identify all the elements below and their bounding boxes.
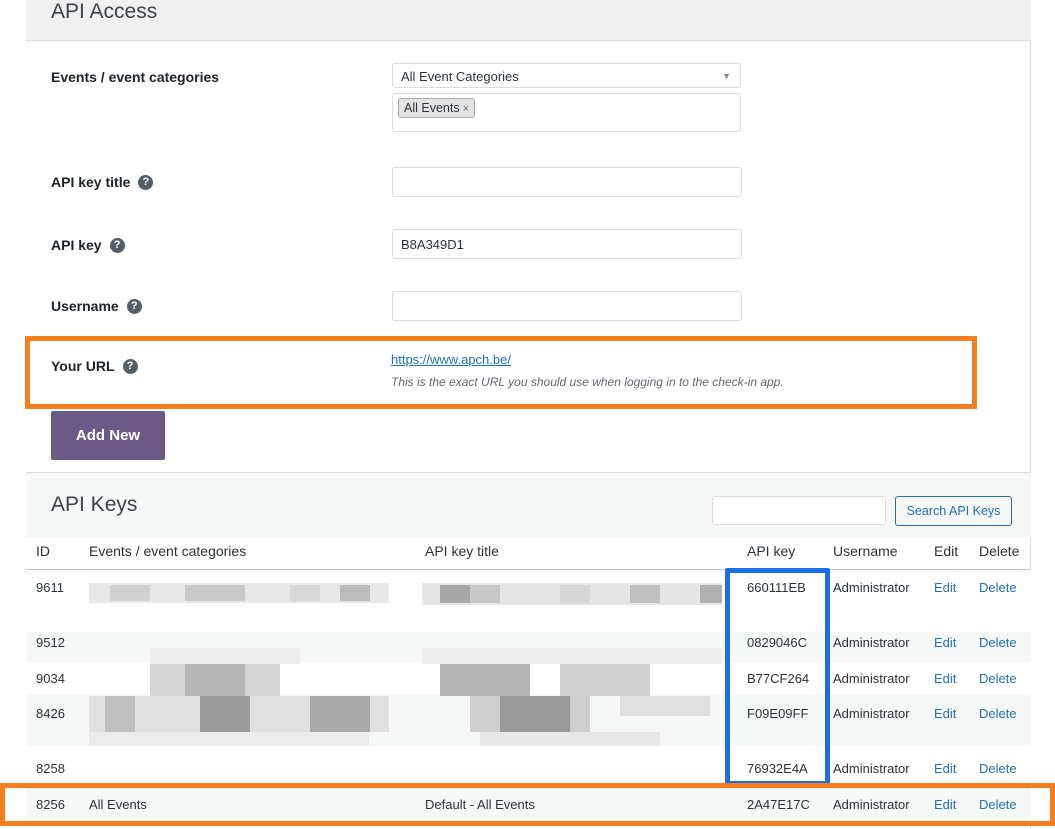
row-username: Administrator bbox=[833, 761, 910, 776]
username-input[interactable] bbox=[392, 291, 742, 321]
delete-link[interactable]: Delete bbox=[979, 580, 1017, 595]
default-row-highlight bbox=[0, 783, 1055, 826]
help-icon[interactable]: ? bbox=[138, 174, 154, 190]
column-header-events[interactable]: Events / event categories bbox=[89, 543, 246, 559]
api-key-label-text: API key bbox=[51, 237, 102, 253]
api-key-input[interactable] bbox=[392, 229, 742, 259]
event-tag: All Events × bbox=[398, 98, 476, 118]
username-label-text: Username bbox=[51, 298, 119, 314]
column-header-delete: Delete bbox=[979, 543, 1020, 559]
row-id: 9034 bbox=[36, 671, 65, 686]
column-header-username[interactable]: Username bbox=[833, 543, 898, 559]
add-new-button[interactable]: Add New bbox=[51, 411, 165, 460]
row-username: Administrator bbox=[833, 706, 910, 721]
api-key-label: API key ? bbox=[51, 237, 125, 253]
api-key-title-label-text: API key title bbox=[51, 174, 131, 190]
delete-link[interactable]: Delete bbox=[979, 706, 1017, 721]
api-key-title-label: API key title ? bbox=[51, 174, 154, 190]
api-keys-title: API Keys bbox=[51, 493, 138, 516]
row-username: Administrator bbox=[833, 671, 910, 686]
row-id: 8258 bbox=[36, 761, 65, 776]
edit-link[interactable]: Edit bbox=[934, 635, 956, 650]
delete-link[interactable]: Delete bbox=[979, 635, 1017, 650]
row-id: 9611 bbox=[36, 580, 64, 595]
row-id: 9512 bbox=[36, 635, 65, 650]
row-id: 8426 bbox=[36, 706, 65, 721]
column-header-edit: Edit bbox=[934, 543, 959, 559]
tag-remove-icon[interactable]: × bbox=[463, 103, 469, 115]
events-label-text: Events / event categories bbox=[51, 69, 220, 85]
search-api-keys-button[interactable]: Search API Keys bbox=[895, 496, 1012, 526]
column-header-title[interactable]: API key title bbox=[425, 543, 499, 559]
edit-link[interactable]: Edit bbox=[934, 671, 956, 686]
row-username: Administrator bbox=[833, 580, 910, 595]
edit-link[interactable]: Edit bbox=[934, 580, 956, 595]
edit-link[interactable]: Edit bbox=[934, 761, 956, 776]
username-label: Username ? bbox=[51, 298, 142, 314]
help-icon[interactable]: ? bbox=[109, 237, 125, 253]
help-icon[interactable]: ? bbox=[126, 298, 142, 314]
api-key-title-input[interactable] bbox=[392, 167, 742, 197]
events-label: Events / event categories bbox=[51, 69, 219, 85]
url-highlight-box bbox=[25, 336, 977, 409]
row-username: Administrator bbox=[833, 635, 910, 650]
delete-link[interactable]: Delete bbox=[979, 671, 1017, 686]
api-access-title: API Access bbox=[51, 0, 158, 23]
chevron-down-icon: ▼ bbox=[722, 71, 731, 81]
column-header-id[interactable]: ID bbox=[36, 543, 50, 559]
event-categories-select[interactable]: All Event Categories ▼ bbox=[392, 63, 741, 88]
events-tag-input[interactable]: All Events × bbox=[392, 93, 741, 132]
event-tag-label: All Events bbox=[404, 101, 460, 115]
api-key-column-highlight bbox=[725, 568, 830, 786]
delete-link[interactable]: Delete bbox=[979, 761, 1017, 776]
column-header-api-key[interactable]: API key bbox=[747, 543, 795, 559]
event-categories-select-value: All Event Categories bbox=[401, 69, 519, 84]
api-access-header: API Access bbox=[26, 0, 1031, 41]
search-api-keys-input[interactable] bbox=[712, 496, 886, 525]
edit-link[interactable]: Edit bbox=[934, 706, 956, 721]
